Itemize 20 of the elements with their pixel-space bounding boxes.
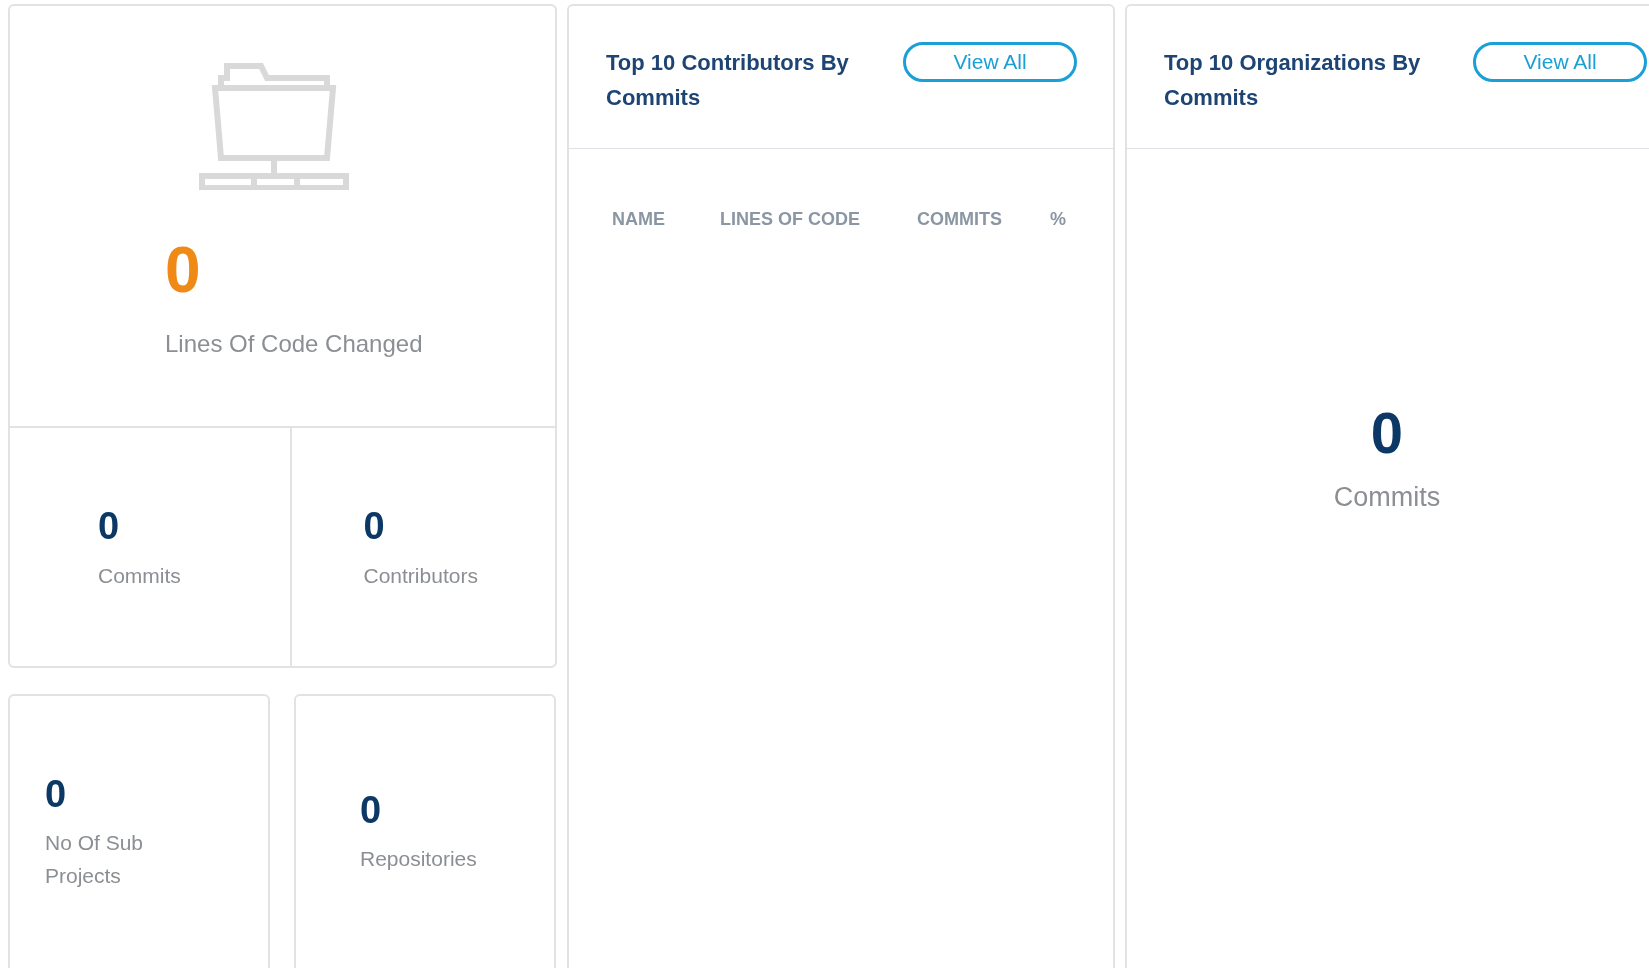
stat-value: 0	[45, 774, 68, 814]
stat-label: Contributors	[363, 563, 479, 589]
stat-value: 0	[360, 790, 383, 830]
stat-label: Commits	[98, 563, 182, 589]
view-all-button[interactable]: View All	[1473, 42, 1647, 82]
column-header: %	[1050, 208, 1066, 231]
column-header: LINES OF CODE	[720, 208, 861, 231]
commits-label: Commits	[1333, 481, 1441, 514]
column-header: NAME	[612, 208, 666, 231]
stat-value: 0	[98, 506, 121, 546]
lines-changed-label: Lines Of Code Changed	[165, 329, 424, 359]
stat-label: Repositories	[360, 846, 478, 872]
stat-label: No Of Sub Projects	[45, 830, 145, 889]
column-header: COMMITS	[917, 208, 1003, 231]
stat-value: 0	[363, 506, 386, 546]
view-all-button[interactable]: View All	[903, 42, 1077, 82]
lines-changed-value: 0	[165, 238, 202, 302]
panel-title: Top 10 Organizations By Commits	[1164, 49, 1422, 112]
panel-title: Top 10 Contributors By Commits	[606, 49, 850, 112]
commits-value: 0	[1370, 403, 1404, 463]
